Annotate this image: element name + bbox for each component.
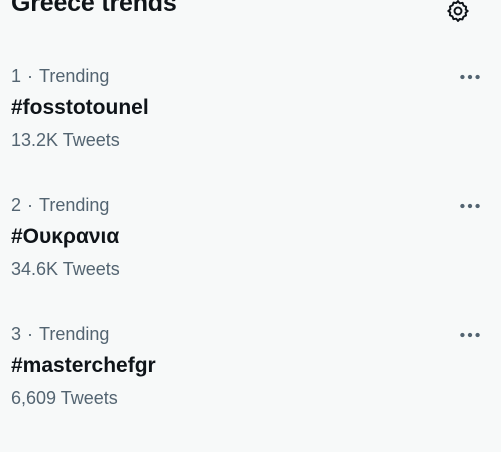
tweet-count: 34.6K Tweets: [11, 259, 120, 279]
page-title: Greece trends: [11, 0, 177, 17]
trend-rank: 2: [11, 195, 22, 215]
settings-button[interactable]: [441, 0, 475, 28]
more-horizontal-icon: [460, 203, 480, 209]
trend-meta: 2 · Trending: [11, 194, 109, 216]
trend-item[interactable]: 1 · Trending #fosstotounel 13.2K Tweets: [0, 65, 501, 194]
trend-category: Trending: [39, 195, 110, 215]
trends-header: Greece trends: [0, 0, 501, 30]
more-horizontal-icon: [460, 332, 480, 338]
trend-name[interactable]: #masterchefgr: [11, 353, 156, 379]
trend-category: Trending: [39, 66, 110, 86]
gear-icon: [447, 0, 469, 22]
more-horizontal-icon: [460, 74, 480, 80]
separator-dot: ·: [27, 195, 34, 215]
trend-item[interactable]: 3 · Trending #masterchefgr 6,609 Tweets: [0, 323, 501, 452]
more-button[interactable]: [452, 59, 488, 95]
separator-dot: ·: [27, 324, 34, 344]
trend-meta: 3 · Trending: [11, 323, 109, 345]
separator-dot: ·: [27, 66, 34, 86]
trend-rank: 1: [11, 66, 22, 86]
more-button[interactable]: [452, 317, 488, 353]
trend-meta: 1 · Trending: [11, 65, 109, 87]
tweet-count: 13.2K Tweets: [11, 130, 120, 150]
trend-item[interactable]: 2 · Trending #Ουκρανια 34.6K Tweets: [0, 194, 501, 323]
trend-name[interactable]: #Ουκρανια: [11, 224, 119, 250]
trend-category: Trending: [39, 324, 110, 344]
more-button[interactable]: [452, 188, 488, 224]
trend-rank: 3: [11, 324, 22, 344]
tweet-count: 6,609 Tweets: [11, 388, 118, 408]
trend-name[interactable]: #fosstotounel: [11, 95, 149, 121]
